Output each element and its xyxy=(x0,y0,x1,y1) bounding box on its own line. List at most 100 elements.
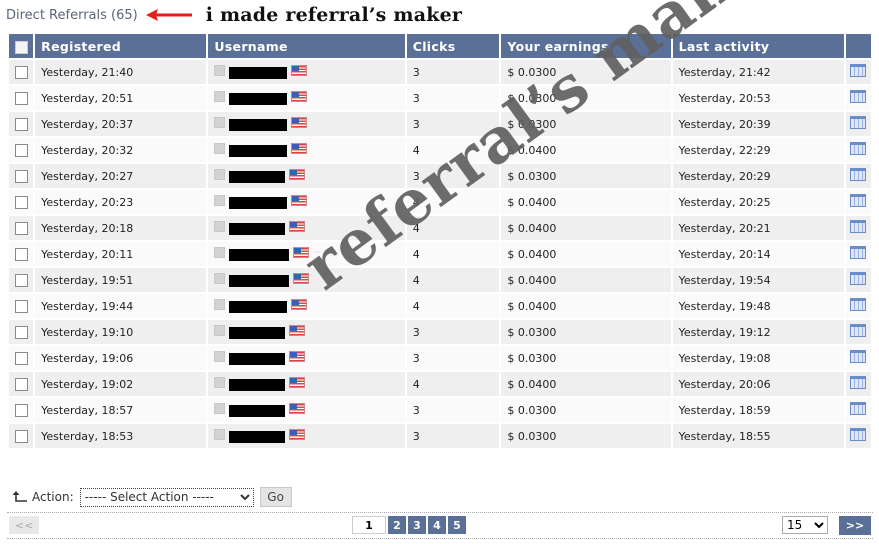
calendar-icon[interactable] xyxy=(850,402,867,415)
row-checkbox[interactable] xyxy=(14,169,28,183)
stats-cell xyxy=(845,216,871,240)
row-checkbox[interactable] xyxy=(14,247,28,261)
table-row: Yesterday, 19:02 4 $ 0.0400 Yesterday, 20:0… xyxy=(9,372,871,396)
registered-cell: Yesterday, 20:11 xyxy=(35,242,207,266)
calendar-icon[interactable] xyxy=(850,246,867,259)
column-header-last-activity[interactable]: Last activity xyxy=(672,34,844,58)
calendar-icon[interactable] xyxy=(850,90,867,103)
earnings-cell: $ 0.0300 xyxy=(501,60,671,84)
user-avatar-icon xyxy=(214,402,226,414)
page-1-current[interactable]: 1 xyxy=(352,516,386,534)
registered-cell: Yesterday, 20:51 xyxy=(35,86,207,110)
calendar-icon[interactable] xyxy=(850,324,867,337)
row-checkbox[interactable] xyxy=(14,117,28,131)
referrals-table: Registered Username Clicks Your earnings… xyxy=(7,32,873,450)
last-activity-cell: Yesterday, 20:25 xyxy=(672,190,844,214)
earnings-cell: $ 0.0400 xyxy=(501,294,671,318)
stats-cell xyxy=(845,372,871,396)
column-header-earnings[interactable]: Your earnings xyxy=(501,34,671,58)
calendar-icon[interactable] xyxy=(850,116,867,129)
per-page-select[interactable]: 15 xyxy=(782,516,828,534)
go-button[interactable]: Go xyxy=(259,487,292,507)
row-checkbox[interactable] xyxy=(14,299,28,313)
row-checkbox-cell xyxy=(9,372,34,396)
earnings-cell: $ 0.0300 xyxy=(501,86,671,110)
us-flag-icon xyxy=(289,376,306,388)
registered-cell: Yesterday, 19:10 xyxy=(35,320,207,344)
table-row: Yesterday, 18:57 3 $ 0.0300 Yesterday, 18:5… xyxy=(9,398,871,422)
stats-cell xyxy=(845,138,871,162)
last-activity-cell: Yesterday, 21:42 xyxy=(672,60,844,84)
last-activity-cell: Yesterday, 20:21 xyxy=(672,216,844,240)
row-checkbox[interactable] xyxy=(14,273,28,287)
redacted-username xyxy=(229,327,286,339)
page-4-link[interactable]: 4 xyxy=(428,516,446,534)
row-checkbox-cell xyxy=(9,138,34,162)
calendar-icon[interactable] xyxy=(850,428,867,441)
user-avatar-icon xyxy=(214,90,226,102)
next-page-button[interactable]: >> xyxy=(839,516,871,535)
clicks-cell: 3 xyxy=(406,112,500,136)
row-checkbox[interactable] xyxy=(14,91,28,105)
us-flag-icon xyxy=(291,90,308,102)
row-checkbox[interactable] xyxy=(14,377,28,391)
earnings-cell: $ 0.0400 xyxy=(501,268,671,292)
username-cell xyxy=(208,268,405,292)
previous-page-button[interactable]: << xyxy=(9,516,39,534)
row-checkbox[interactable] xyxy=(14,65,28,79)
stats-cell xyxy=(845,294,871,318)
username-cell xyxy=(208,346,405,370)
calendar-icon[interactable] xyxy=(850,64,867,77)
calendar-icon[interactable] xyxy=(850,168,867,181)
clicks-cell: 4 xyxy=(406,216,500,240)
row-checkbox-cell xyxy=(9,164,34,188)
table-row: Yesterday, 20:37 3 $ 0.0300 Yesterday, 20:3… xyxy=(9,112,871,136)
row-checkbox[interactable] xyxy=(14,195,28,209)
registered-cell: Yesterday, 18:57 xyxy=(35,398,207,422)
redacted-username xyxy=(229,67,288,79)
row-checkbox[interactable] xyxy=(14,403,28,417)
action-select[interactable]: ----- Select Action ----- xyxy=(79,487,254,507)
registered-cell: Yesterday, 19:06 xyxy=(35,346,207,370)
user-avatar-icon xyxy=(214,64,226,76)
column-header-clicks[interactable]: Clicks xyxy=(406,34,500,58)
registered-cell: Yesterday, 20:23 xyxy=(35,190,207,214)
column-header-registered[interactable]: Registered xyxy=(35,34,207,58)
pagination-bar: << 1 2 3 4 5 15 >> xyxy=(7,512,873,539)
row-checkbox[interactable] xyxy=(14,429,28,443)
calendar-icon[interactable] xyxy=(850,350,867,363)
user-avatar-icon xyxy=(214,194,226,206)
clicks-cell: 3 xyxy=(406,424,500,448)
calendar-icon[interactable] xyxy=(850,298,867,311)
page-5-link[interactable]: 5 xyxy=(448,516,466,534)
last-activity-cell: Yesterday, 22:29 xyxy=(672,138,844,162)
calendar-icon[interactable] xyxy=(850,220,867,233)
earnings-cell: $ 0.0300 xyxy=(501,398,671,422)
page-3-link[interactable]: 3 xyxy=(408,516,426,534)
earnings-cell: $ 0.0300 xyxy=(501,424,671,448)
calendar-icon[interactable] xyxy=(850,376,867,389)
calendar-icon[interactable] xyxy=(850,142,867,155)
column-header-username[interactable]: Username xyxy=(208,34,405,58)
row-checkbox[interactable] xyxy=(14,325,28,339)
row-checkbox[interactable] xyxy=(14,351,28,365)
row-checkbox[interactable] xyxy=(14,143,28,157)
username-cell xyxy=(208,372,405,396)
earnings-cell: $ 0.0400 xyxy=(501,216,671,240)
redacted-username xyxy=(229,223,286,235)
user-avatar-icon xyxy=(214,272,226,284)
row-checkbox-cell xyxy=(9,346,34,370)
us-flag-icon xyxy=(293,272,310,284)
row-checkbox[interactable] xyxy=(14,221,28,235)
select-all-checkbox[interactable] xyxy=(14,40,28,54)
calendar-icon[interactable] xyxy=(850,272,867,285)
username-cell xyxy=(208,320,405,344)
table-row: Yesterday, 20:18 4 $ 0.0400 Yesterday, 20:2… xyxy=(9,216,871,240)
username-cell xyxy=(208,242,405,266)
page-2-link[interactable]: 2 xyxy=(388,516,406,534)
clicks-cell: 4 xyxy=(406,294,500,318)
calendar-icon[interactable] xyxy=(850,194,867,207)
user-avatar-icon xyxy=(214,246,226,258)
registered-cell: Yesterday, 21:40 xyxy=(35,60,207,84)
redacted-username xyxy=(229,171,286,183)
